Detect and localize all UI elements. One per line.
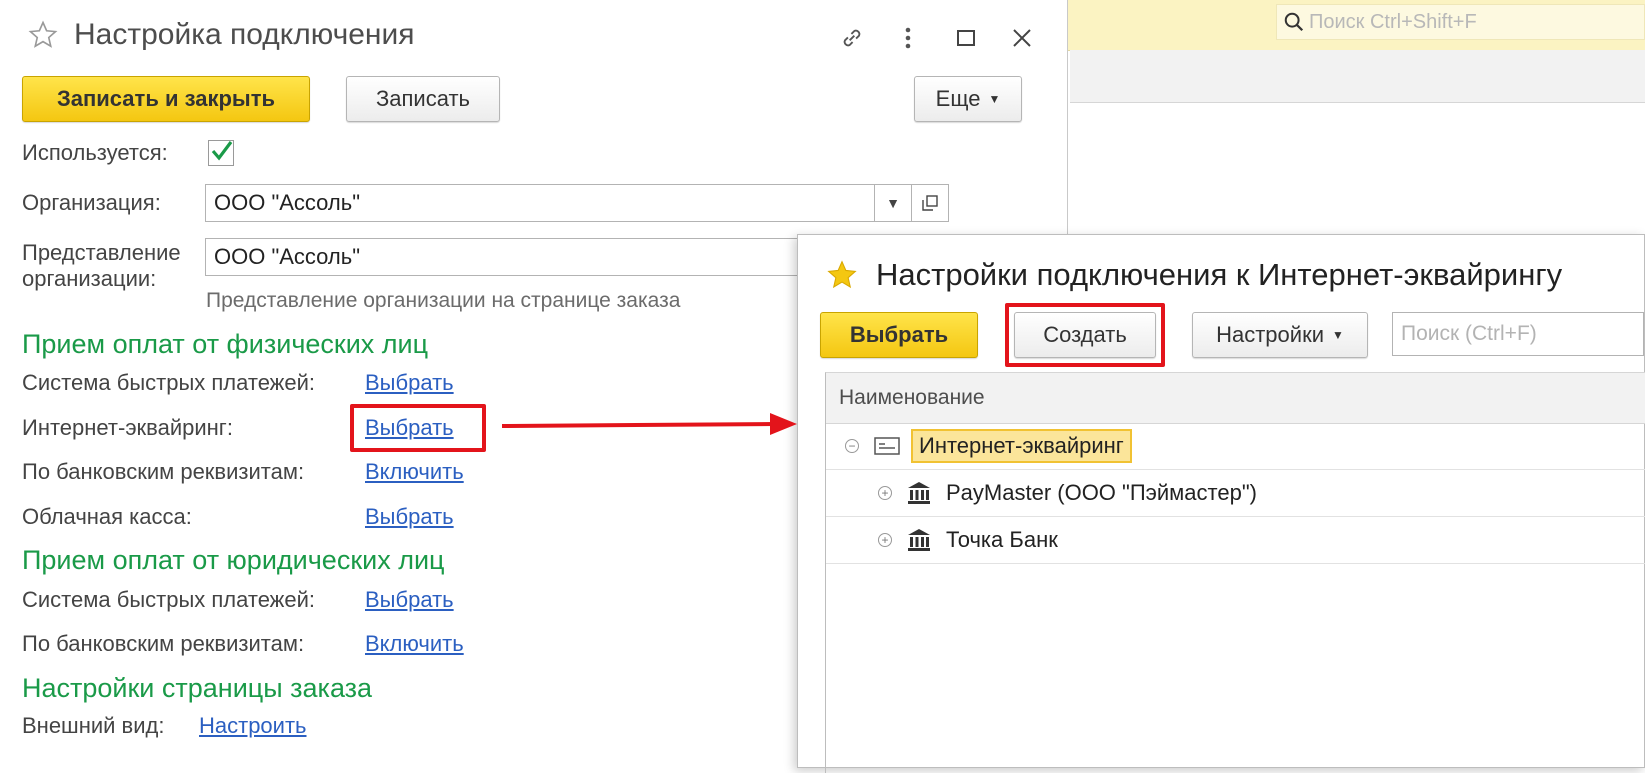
bank-icon [908, 529, 930, 551]
bank-icon [908, 482, 930, 504]
more-button[interactable]: Еще ▼ [914, 76, 1022, 122]
section-individuals-title: Прием оплат от физических лиц [22, 329, 429, 359]
tree-row-root[interactable]: − Интернет-эквайринг [826, 423, 1645, 470]
appearance-label: Внешний вид: [22, 713, 165, 738]
legal-bank-link[interactable]: Включить [365, 631, 464, 657]
window-header: Настройка подключения [28, 18, 415, 52]
organization-label: Организация: [22, 190, 161, 215]
favorite-star-icon[interactable] [28, 20, 58, 50]
individuals-sbp-link[interactable]: Выбрать [365, 370, 454, 396]
acquiring-window-header: Настройки подключения к Интернет-эквайри… [826, 257, 1562, 293]
individuals-cloud-label: Облачная касса: [22, 504, 192, 529]
organization-repr-hint: Представление организации на странице за… [206, 289, 681, 312]
tree-row-paymaster[interactable]: + PayMaster (ООО "Пэймастер") [826, 470, 1645, 517]
more-button-label: Еще [935, 86, 981, 111]
acquiring-search-input[interactable]: Поиск (Ctrl+F) [1392, 312, 1644, 356]
tree-row-tochka[interactable]: + Точка Банк [826, 517, 1645, 564]
search-icon [1284, 12, 1304, 32]
expand-icon[interactable]: + [878, 533, 892, 547]
individuals-bank-link[interactable]: Включить [365, 459, 464, 485]
close-icon[interactable] [1006, 22, 1038, 54]
app-toolbar [1070, 50, 1645, 103]
select-button[interactable]: Выбрать [820, 312, 978, 358]
tree-root-label: Интернет-эквайринг [911, 429, 1132, 463]
acquiring-list: Наименование − Интернет-эквайринг + PayM… [825, 372, 1645, 773]
checkmark-icon [211, 141, 233, 161]
legal-sbp-label: Система быстрых платежей: [22, 587, 316, 612]
section-order-page-title: Настройки страницы заказа [22, 673, 373, 703]
settings-button[interactable]: Настройки ▼ [1192, 312, 1368, 358]
global-search[interactable]: Поиск Ctrl+Shift+F [1276, 4, 1645, 40]
global-search-placeholder: Поиск Ctrl+Shift+F [1309, 10, 1477, 33]
window-title: Настройка подключения [74, 18, 415, 51]
maximize-icon[interactable] [950, 22, 982, 54]
tree-tochka-label: Точка Банк [946, 527, 1058, 552]
legal-sbp-link[interactable]: Выбрать [365, 587, 454, 613]
acquiring-link-highlight [350, 404, 486, 452]
chevron-down-icon: ▼ [1331, 328, 1344, 342]
collapse-icon[interactable]: − [845, 439, 859, 453]
card-icon [874, 437, 900, 455]
acquiring-settings-window: Настройки подключения к Интернет-эквайри… [797, 234, 1645, 773]
section-legal-title: Прием оплат от юридических лиц [22, 545, 445, 575]
organization-field[interactable]: ООО "Ассоль" [205, 184, 875, 222]
individuals-acquiring-label: Интернет-эквайринг: [22, 415, 233, 440]
favorite-star-filled-icon[interactable] [826, 259, 858, 291]
link-icon[interactable] [836, 22, 868, 54]
organization-repr-field[interactable]: ООО "Ассоль" [205, 238, 805, 276]
save-button[interactable]: Записать [346, 76, 500, 122]
acquiring-window-title: Настройки подключения к Интернет-эквайри… [876, 257, 1563, 292]
column-header-name[interactable]: Наименование [826, 373, 1645, 424]
individuals-cloud-link[interactable]: Выбрать [365, 504, 454, 530]
expand-icon[interactable]: + [878, 486, 892, 500]
save-and-close-button[interactable]: Записать и закрыть [22, 76, 310, 122]
individuals-bank-label: По банковским реквизитам: [22, 459, 305, 484]
more-actions-icon[interactable] [892, 22, 924, 54]
appearance-link[interactable]: Настроить [199, 713, 307, 739]
individuals-sbp-label: Система быстрых платежей: [22, 370, 316, 395]
create-button-highlight [1005, 303, 1165, 367]
organization-repr-label: Представление организации: [22, 240, 181, 291]
open-item-icon[interactable] [911, 184, 949, 222]
chevron-down-icon: ▼ [988, 92, 1001, 106]
used-label: Используется: [22, 140, 168, 165]
legal-bank-label: По банковским реквизитам: [22, 631, 305, 656]
settings-button-label: Настройки [1216, 322, 1324, 347]
dropdown-chevron-icon[interactable]: ▼ [874, 184, 912, 222]
used-checkbox[interactable] [208, 140, 234, 166]
tree-paymaster-label: PayMaster (ООО "Пэймастер") [946, 480, 1257, 505]
